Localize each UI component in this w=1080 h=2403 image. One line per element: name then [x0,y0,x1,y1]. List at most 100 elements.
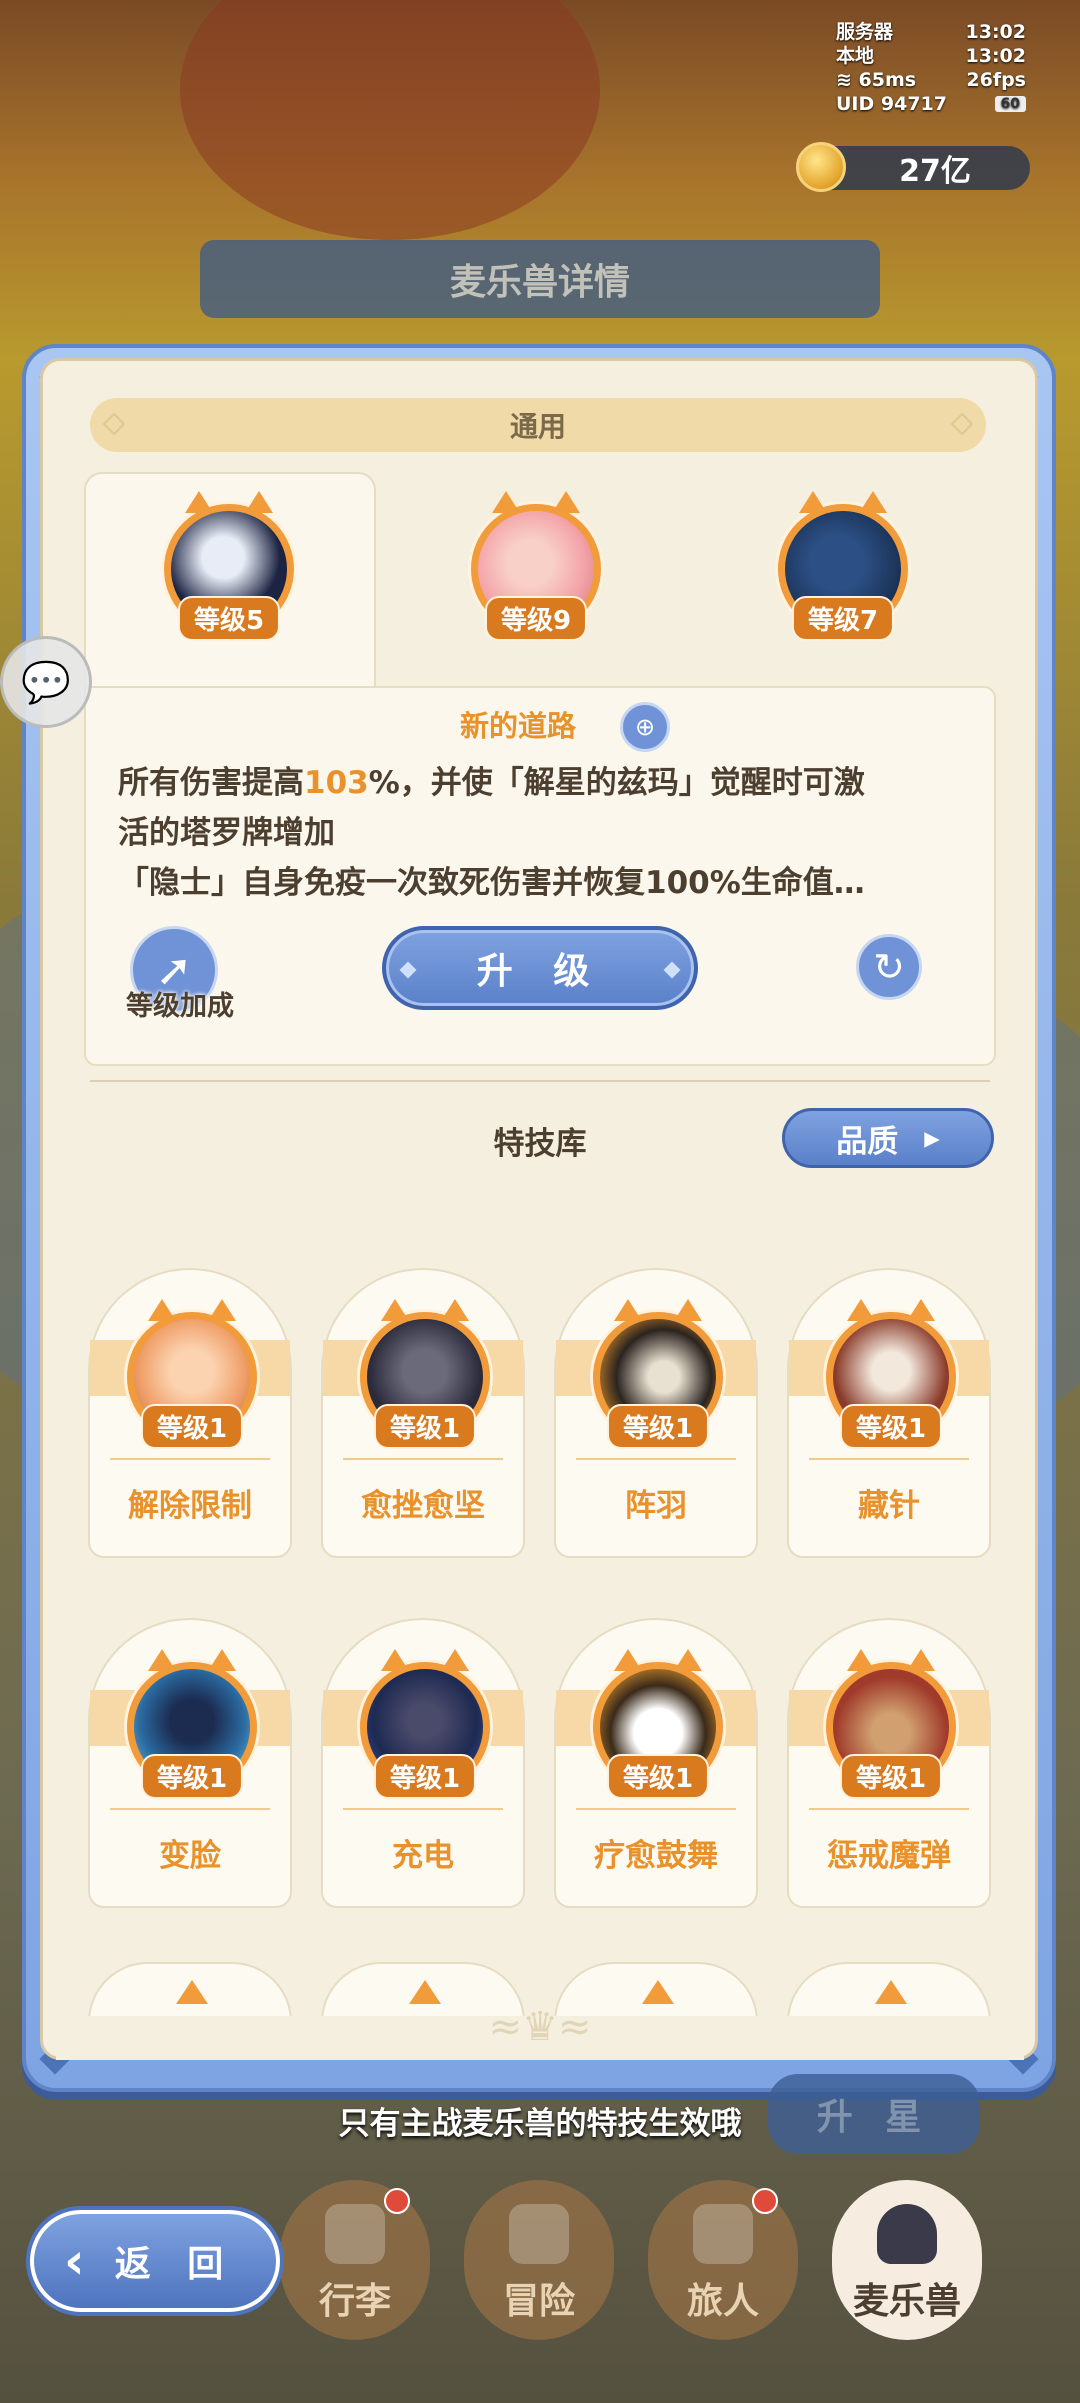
skill-name: 愈挫愈坚 [361,1488,485,1524]
skill-avatar: 等级1 [127,1649,257,1799]
back-button[interactable]: ‹ 返 回 [30,2210,280,2312]
local-time: 13:02 [965,45,1026,67]
ear-ornament [208,1299,236,1321]
skill-card[interactable]: 等级1 解除限制 [88,1268,292,1558]
ear-ornament [907,1649,935,1671]
zoom-in-button[interactable]: ⊕ [620,702,670,752]
tab-skill-1[interactable]: 等级5 [164,491,294,641]
diamond-ornament [663,961,681,979]
highlight-value: 103 [304,765,369,801]
skill-name: 惩戒魔弹 [827,1838,951,1874]
ear-ornament [245,491,273,513]
ear-ornament [441,1299,469,1321]
nav-bag[interactable]: 行李 [280,2180,430,2340]
ear-ornament [847,1649,875,1671]
reset-button[interactable]: ↻ [856,934,922,1000]
ear-ornament [875,1980,907,2004]
ear-ornament [614,1299,642,1321]
play-arrow-icon: ▸ [924,1120,940,1156]
magnifier-icon: ⊕ [634,713,656,741]
skill-card[interactable]: 等级1 愈挫愈坚 [321,1268,525,1558]
uid-readout: UID 94717 [836,93,947,115]
level-tag: 等级1 [839,1404,943,1449]
back-arrow-icon: ‹ [64,2232,85,2290]
card-line [809,1458,969,1460]
skill-library-title: 特技库 [493,1126,587,1162]
skill-avatar: 等级1 [360,1299,490,1449]
skill-avatar: 等级1 [593,1649,723,1799]
skill-name: 藏针 [858,1488,920,1524]
chat-button[interactable]: 💬 [0,636,92,728]
ear-ornament [799,491,827,513]
battery-indicator: 60 [994,96,1026,112]
notification-dot [384,2188,410,2214]
ear-ornament [614,1649,642,1671]
nav-traveler[interactable]: 旅人 [648,2180,798,2340]
tab-skill-2[interactable]: 等级9 [471,491,601,641]
divider [90,1080,990,1082]
ear-ornament [642,1980,674,2004]
ear-ornament [148,1649,176,1671]
ear-ornament [847,1299,875,1321]
card-line [576,1458,736,1460]
skill-card[interactable]: 等级1 藏针 [787,1268,991,1558]
card-line [110,1458,270,1460]
currency-amount: 27亿 [899,154,971,189]
quality-sort-button[interactable]: 品质 ▸ [782,1108,994,1168]
skill-avatar: 等级1 [360,1649,490,1799]
level-tag: 等级1 [140,1404,244,1449]
skill-name: 解除限制 [128,1488,252,1524]
crossed-swords-icon [509,2204,569,2264]
notification-dot [752,2188,778,2214]
level-bonus-label: 等级加成 [126,991,234,1022]
local-label: 本地 [836,45,875,67]
ear-ornament [674,1299,702,1321]
diamond-ornament [950,412,974,436]
ear-ornament [381,1299,409,1321]
skill-card[interactable]: 等级1 惩戒魔弹 [787,1618,991,1908]
skill-card-partial[interactable] [787,1962,991,2022]
fps-readout: 26fps [966,69,1026,91]
ear-ornament [859,491,887,513]
ping-readout: ≋ 65ms [836,69,917,91]
skill-card[interactable]: 等级1 疗愈鼓舞 [554,1618,758,1908]
ear-ornament [674,1649,702,1671]
level-tag: 等级7 [791,596,895,641]
currency-display[interactable]: 27亿 [796,142,1030,192]
ear-ornament [381,1649,409,1671]
nav-pets[interactable]: 麦乐兽 [832,2180,982,2340]
level-tag: 等级1 [606,1754,710,1799]
hint-text: 只有主战麦乐兽的特技生效哦 [338,2106,742,2142]
level-tag: 等级1 [839,1754,943,1799]
skill-avatar: 等级1 [826,1299,956,1449]
skill-card[interactable]: 等级1 充电 [321,1618,525,1908]
card-line [110,1808,270,1810]
chat-bubble-icon: 💬 [21,659,71,706]
refresh-icon: ↻ [873,945,905,989]
level-tag: 等级1 [373,1404,477,1449]
skill-card[interactable]: 等级1 阵羽 [554,1268,758,1558]
nav-adventure[interactable]: 冒险 [464,2180,614,2340]
skill-avatar: 等级1 [593,1299,723,1449]
ear-ornament [185,491,213,513]
skill-card-partial[interactable] [88,1962,292,2022]
ear-ornament [176,1980,208,2004]
card-line [343,1808,503,1810]
wifi-icon: ≋ [836,69,859,91]
level-tag: 等级1 [373,1754,477,1799]
card-line [576,1808,736,1810]
tab-skill-3[interactable]: 等级7 [778,491,908,641]
ear-ornament [492,491,520,513]
skill-name: 疗愈鼓舞 [594,1838,718,1874]
level-tag: 等级5 [177,596,281,641]
skill-card[interactable]: 等级1 变脸 [88,1618,292,1908]
diamond-ornament [399,961,417,979]
upgrade-button[interactable]: 升 级 [382,926,698,1010]
bag-icon [325,2204,385,2264]
diamond-ornament [102,412,126,436]
section-title: 通用 [90,398,986,452]
level-tag: 等级9 [484,596,588,641]
ear-ornament [409,1980,441,2004]
ear-ornament [148,1299,176,1321]
ear-ornament [208,1649,236,1671]
